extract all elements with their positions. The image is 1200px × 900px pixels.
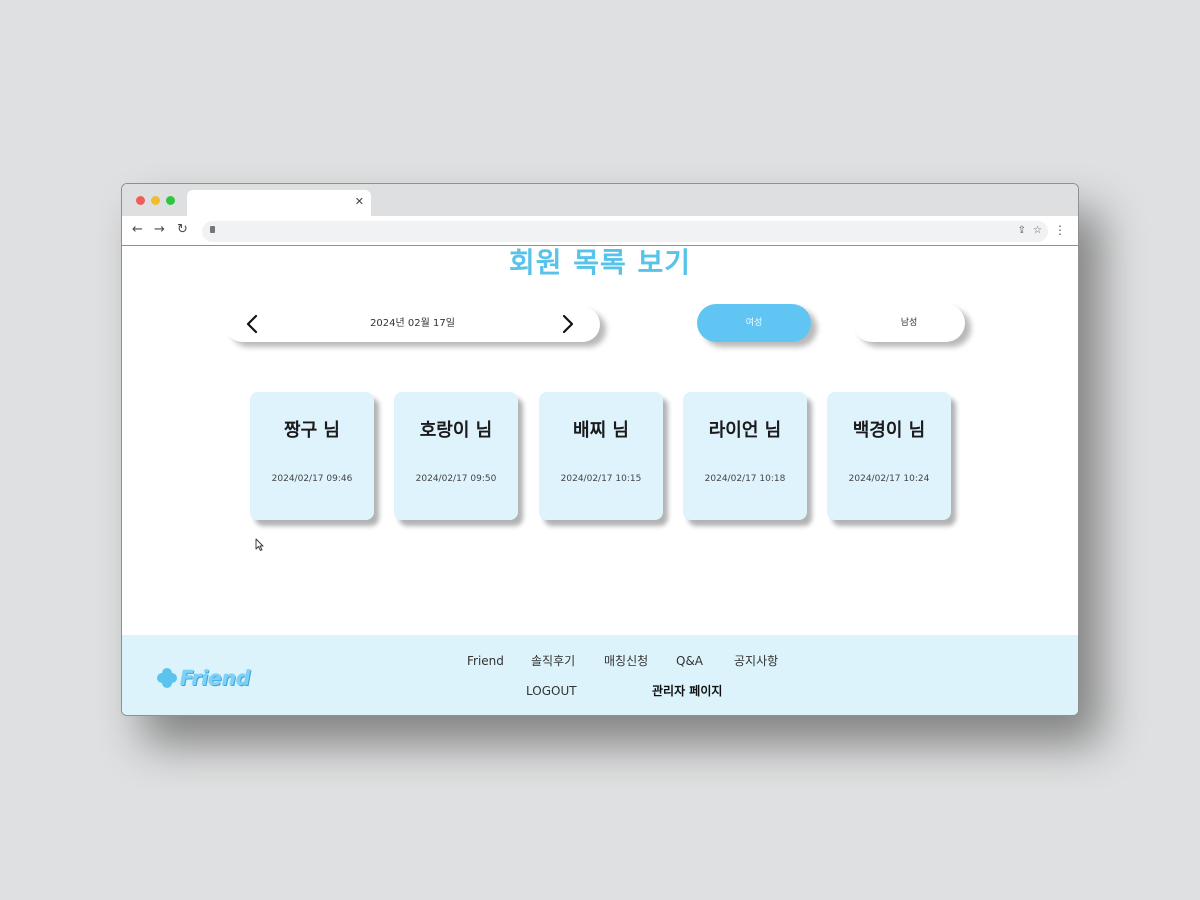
member-time: 2024/02/17 10:24 — [848, 474, 930, 484]
member-time: 2024/02/17 09:46 — [271, 474, 353, 484]
footer-logo[interactable]: Friend — [156, 664, 250, 692]
member-card[interactable]: 짱구 님 2024/02/17 09:46 — [250, 392, 374, 520]
clover-logo-icon — [156, 667, 178, 689]
browser-toolbar: ← → ↻ ⇪ ☆ ⋮ — [122, 216, 1078, 246]
logout-link[interactable]: LOGOUT — [526, 684, 577, 698]
female-filter-button[interactable]: 여성 — [697, 304, 811, 342]
browser-window: ✕ ← → ↻ ⇪ ☆ ⋮ 회원 목록 보기 2024년 02월 17일 여성 … — [121, 183, 1079, 716]
member-name: 백경이 님 — [852, 420, 926, 441]
footer-link-qna[interactable]: Q&A — [676, 654, 703, 668]
page-title: 회원 목록 보기 — [508, 246, 692, 279]
member-name: 호랑이 님 — [419, 420, 493, 441]
member-name: 배찌 님 — [573, 420, 629, 441]
lock-icon — [210, 226, 215, 233]
browser-tab[interactable]: ✕ — [187, 190, 371, 216]
footer-link-matching[interactable]: 매칭신청 — [604, 654, 648, 668]
footer: Friend Friend 솔직후기 매칭신청 Q&A 공지사항 LOGOUT … — [122, 635, 1078, 715]
admin-page-link[interactable]: 관리자 페이지 — [652, 684, 722, 698]
share-icon[interactable]: ⇪ — [1018, 225, 1026, 237]
member-name: 짱구 님 — [284, 420, 340, 441]
mouse-cursor-icon — [255, 538, 264, 551]
address-bar[interactable]: ⇪ ☆ — [202, 221, 1048, 242]
member-card[interactable]: 배찌 님 2024/02/17 10:15 — [539, 392, 663, 520]
footer-link-reviews[interactable]: 솔직후기 — [531, 654, 575, 668]
footer-link-notice[interactable]: 공지사항 — [734, 654, 778, 668]
back-icon[interactable]: ← — [132, 223, 143, 237]
maximize-window-button[interactable] — [166, 196, 175, 205]
close-tab-icon[interactable]: ✕ — [355, 195, 364, 209]
close-window-button[interactable] — [136, 196, 145, 205]
bookmark-star-icon[interactable]: ☆ — [1033, 225, 1042, 237]
page-content: 회원 목록 보기 2024년 02월 17일 여성 남성 짱구 님 2024/0… — [122, 247, 1078, 635]
next-date-icon[interactable] — [556, 313, 578, 335]
member-card[interactable]: 라이언 님 2024/02/17 10:18 — [683, 392, 807, 520]
logo-text: Friend — [180, 666, 251, 690]
reload-icon[interactable]: ↻ — [177, 223, 188, 237]
member-card[interactable]: 백경이 님 2024/02/17 10:24 — [827, 392, 951, 520]
current-date: 2024년 02월 17일 — [370, 318, 455, 329]
forward-icon[interactable]: → — [154, 223, 165, 237]
date-navigator: 2024년 02월 17일 — [225, 307, 600, 342]
member-time: 2024/02/17 10:18 — [704, 474, 786, 484]
footer-link-friend[interactable]: Friend — [467, 654, 504, 668]
male-filter-button[interactable]: 남성 — [853, 304, 965, 342]
minimize-window-button[interactable] — [151, 196, 160, 205]
browser-menu-icon[interactable]: ⋮ — [1054, 223, 1066, 237]
member-card[interactable]: 호랑이 님 2024/02/17 09:50 — [394, 392, 518, 520]
member-time: 2024/02/17 10:15 — [560, 474, 642, 484]
member-name: 라이언 님 — [708, 420, 782, 441]
member-time: 2024/02/17 09:50 — [415, 474, 497, 484]
tab-bar: ✕ — [122, 184, 1078, 216]
